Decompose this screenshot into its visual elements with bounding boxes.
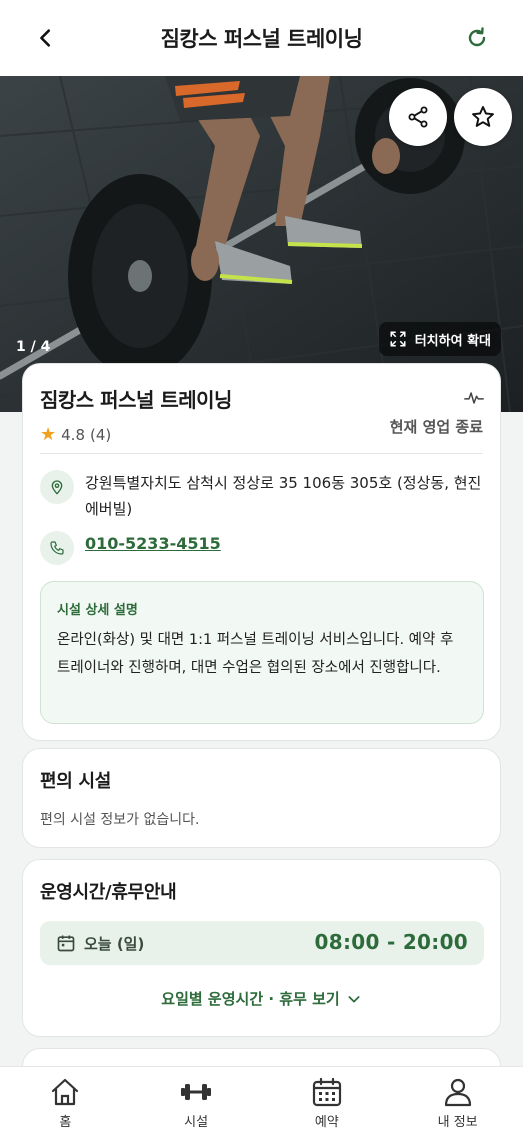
zoom-hint-label: 터치하여 확대 [414, 333, 491, 349]
review-count: (4) [90, 425, 112, 444]
facility-name: 짐캉스 퍼스널 트레이닝 [40, 388, 232, 412]
activity-icon [464, 392, 484, 404]
description-text: 온라인(화상) 및 대면 1:1 퍼스널 트레이닝 서비스입니다. 예약 후 트… [57, 632, 454, 676]
today-time: 08:00 - 20:00 [314, 930, 468, 954]
dumbbell-icon [181, 1084, 212, 1100]
weekly-hours-toggle[interactable]: 요일별 운영시간 · 휴무 보기 [23, 988, 500, 1009]
photo-counter: 1 / 4 [16, 339, 51, 355]
refresh-button[interactable] [461, 22, 493, 54]
facility-photo-carousel[interactable]: 1 / 4 터치하여 확대 [0, 76, 523, 412]
divider [40, 453, 483, 454]
star-outline-icon [472, 106, 494, 127]
hours-card: 운영시간/휴무안내 오늘 (일) 08:00 - 20:00 요일별 운영시간 … [22, 859, 501, 1037]
star-filled-icon: ★ [40, 424, 57, 445]
zoom-hint-button[interactable]: 터치하여 확대 [378, 322, 501, 356]
calendar-icon [57, 935, 75, 952]
chevron-left-icon [40, 29, 51, 47]
location-icon [40, 470, 74, 504]
rating-value: 4.8 [61, 425, 85, 444]
status-badge: 현재 영업 종료 [389, 418, 483, 436]
phone-link[interactable]: 010-5233-4515 [85, 534, 221, 553]
description-box: 시설 상세 설명 온라인(화상) 및 대면 1:1 퍼스널 트레이닝 서비스입니… [40, 581, 484, 724]
refresh-icon [468, 27, 486, 47]
tab-home[interactable]: 홈 [0, 1067, 131, 1132]
phone-icon [40, 531, 74, 565]
rating[interactable]: ★ 4.8 (4) [40, 424, 111, 445]
today-hours-row: 오늘 (일) 08:00 - 20:00 [40, 921, 484, 965]
bottom-tab-bar: 홈 시설 예약 내 정보 [0, 1066, 523, 1132]
tab-facilities[interactable]: 시설 [131, 1067, 262, 1132]
tab-home-label: 홈 [59, 1115, 72, 1130]
expand-icon [390, 331, 406, 347]
amenities-title: 편의 시설 [40, 771, 112, 792]
facility-info-card: 짐캉스 퍼스널 트레이닝 ★ 4.8 (4) 현재 영업 종료 강원특별자치도 … [22, 363, 501, 741]
tab-my-info-label: 내 정보 [437, 1115, 478, 1130]
favorite-button[interactable] [454, 88, 512, 146]
today-label: 오늘 (일) [84, 935, 145, 953]
facility-address: 강원특별자치도 삼척시 정상로 35 106동 305호 (정상동, 현진에버빌… [85, 474, 482, 518]
share-button[interactable] [389, 88, 447, 146]
hours-title: 운영시간/휴무안내 [40, 882, 177, 903]
chevron-down-icon [348, 995, 360, 1003]
description-label: 시설 상세 설명 [57, 603, 138, 618]
share-icon [408, 106, 428, 128]
back-button[interactable] [30, 22, 62, 54]
user-icon [444, 1078, 471, 1107]
calendar-icon [312, 1077, 341, 1107]
top-app-bar: 짐캉스 퍼스널 트레이닝 [0, 0, 523, 76]
tab-my-info[interactable]: 내 정보 [392, 1067, 523, 1132]
amenities-empty-text: 편의 시설 정보가 없습니다. [40, 812, 200, 828]
amenities-card: 편의 시설 편의 시설 정보가 없습니다. [22, 748, 501, 848]
weekly-hours-label: 요일별 운영시간 · 휴무 보기 [161, 990, 340, 1008]
home-icon [52, 1078, 79, 1106]
page-title: 짐캉스 퍼스널 트레이닝 [160, 27, 363, 51]
tab-facilities-label: 시설 [184, 1115, 209, 1130]
tab-reservation-label: 예약 [314, 1115, 339, 1130]
tab-reservation[interactable]: 예약 [262, 1067, 393, 1132]
